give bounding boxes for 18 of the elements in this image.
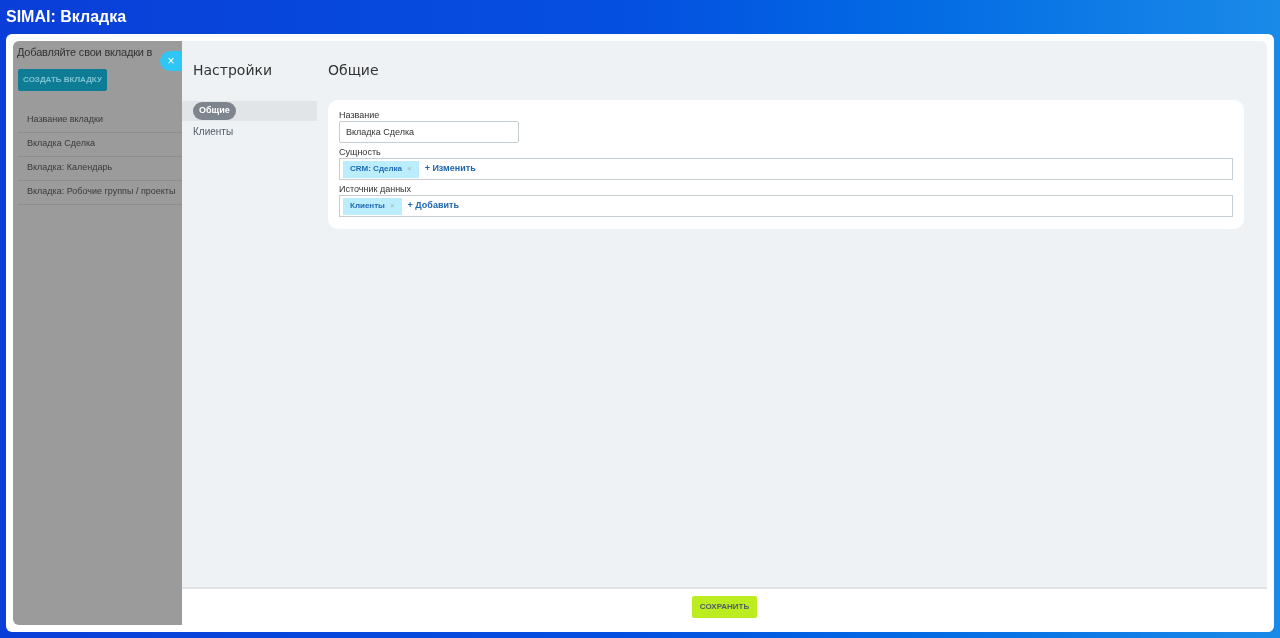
add-link[interactable]: + Изменить xyxy=(424,162,476,176)
tag-selector-field[interactable]: CRM: Сделка × + Изменить xyxy=(339,158,1233,180)
entity-tag: Клиенты × xyxy=(343,197,402,215)
add-link[interactable]: + Добавить xyxy=(407,199,459,213)
create-tab-button[interactable]: СОЗДАТЬ ВКЛАДКУ xyxy=(18,68,107,91)
field-label: Название xyxy=(339,110,381,121)
window-title: SIMAI: Вкладка xyxy=(6,7,127,27)
settings-title: Настройки xyxy=(192,61,274,80)
settings-nav-item[interactable]: Общие xyxy=(182,101,317,121)
field-label: Источник данных xyxy=(339,184,413,195)
field-label: Сущность xyxy=(339,147,382,158)
page-heading: Добавляйте свои вкладки в xyxy=(16,45,153,60)
section-title: Общие xyxy=(328,61,380,80)
settings-nav-item[interactable]: Клиенты xyxy=(182,121,317,141)
save-button[interactable]: СОХРАНИТЬ xyxy=(692,596,757,618)
entity-tag: CRM: Сделка × xyxy=(343,160,419,178)
tag-selector-field[interactable]: Клиенты × + Добавить xyxy=(339,195,1233,217)
input-field[interactable]: Вкладка Сделка xyxy=(339,121,519,143)
